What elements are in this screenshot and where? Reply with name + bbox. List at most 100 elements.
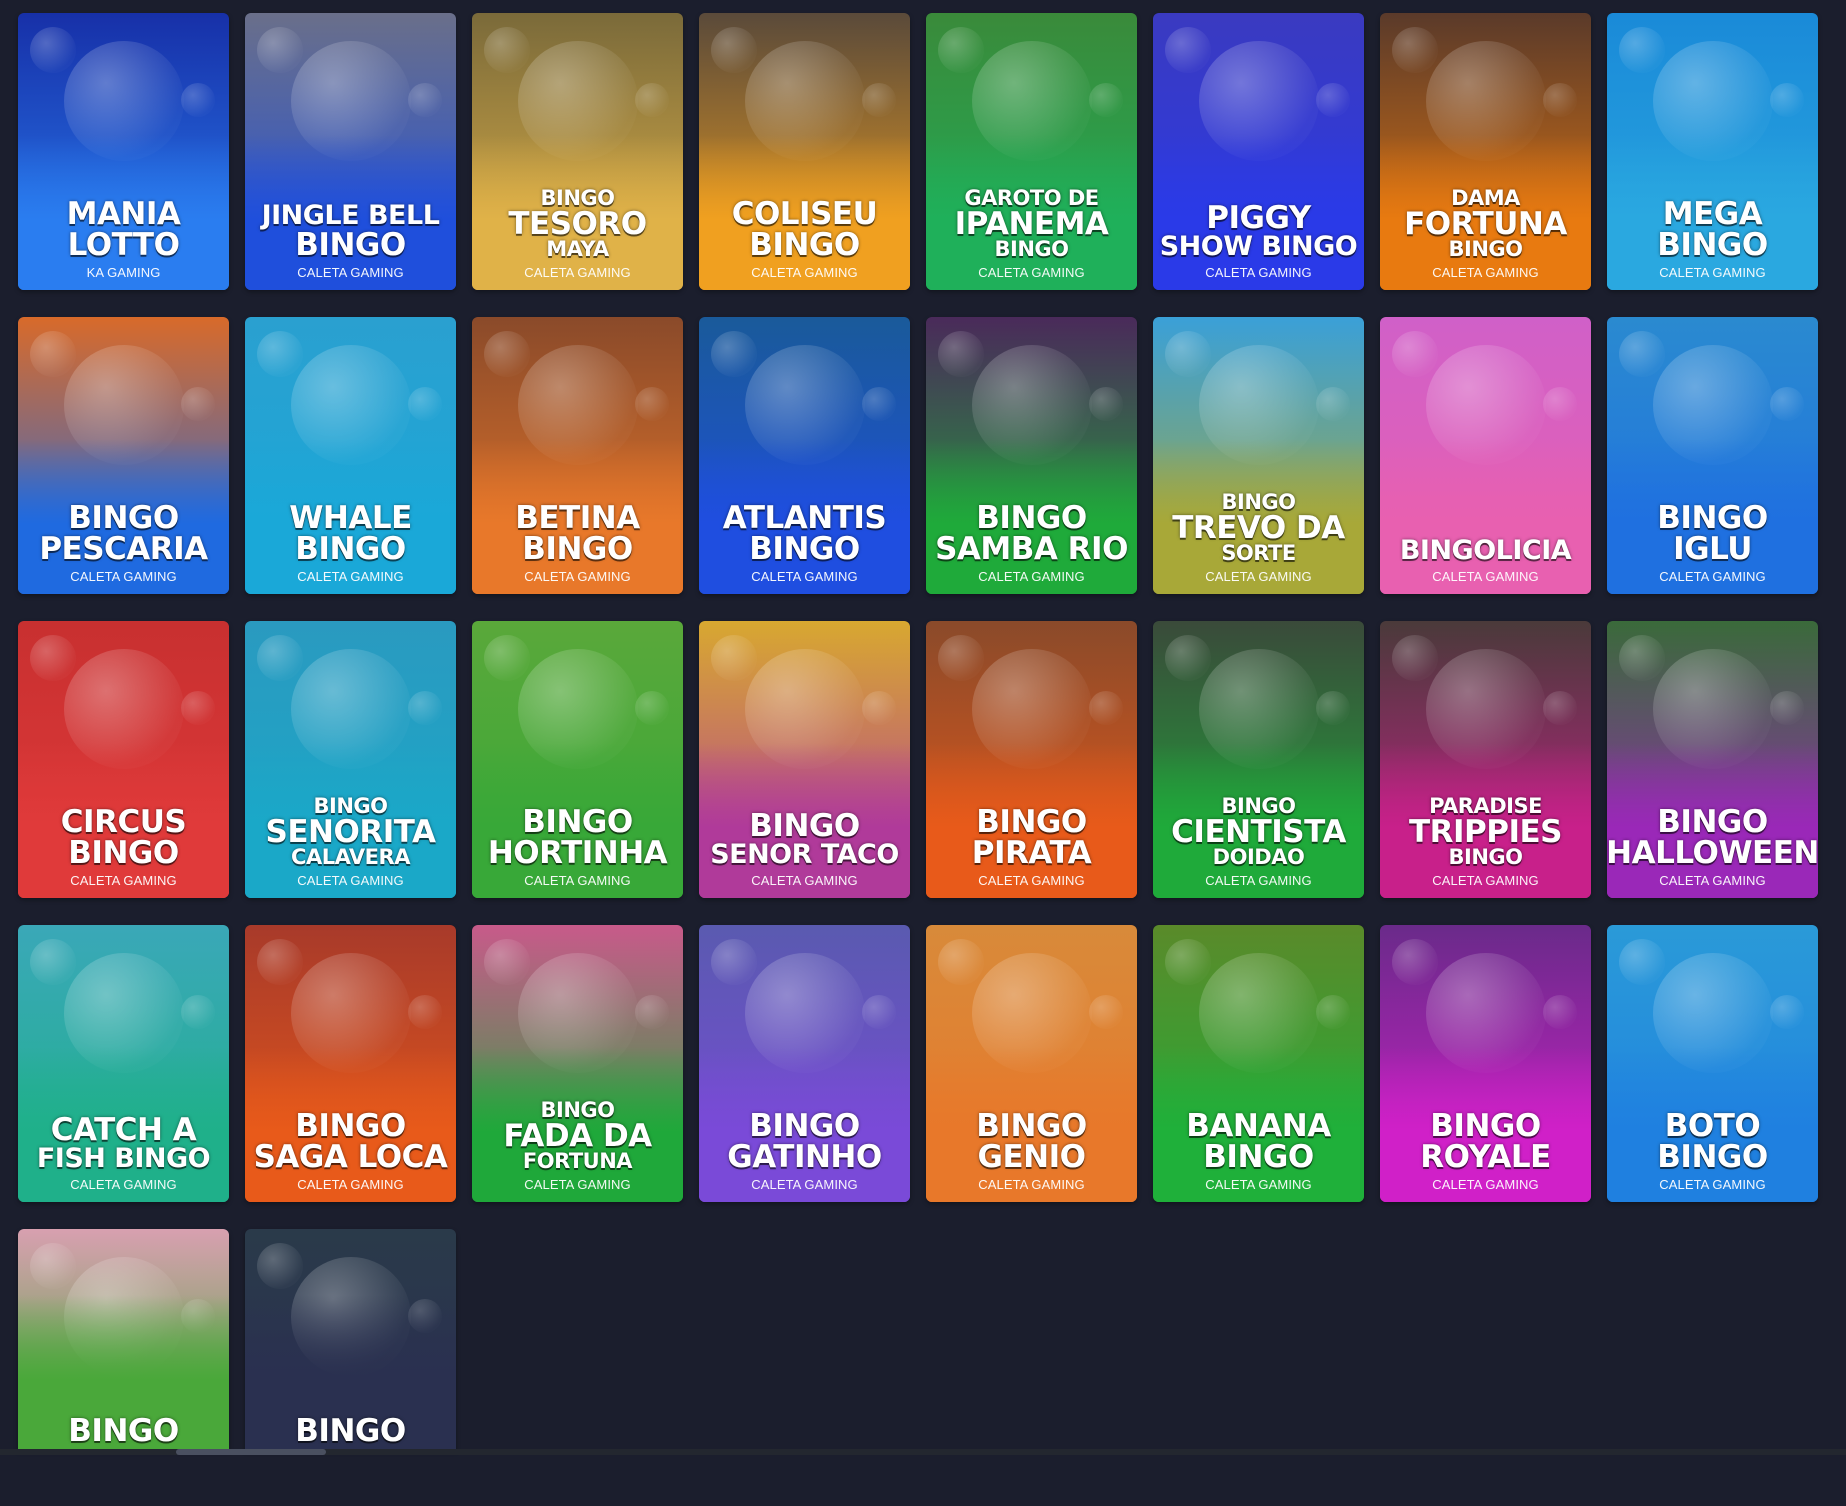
game-title-line: FISH BINGO <box>36 1142 211 1174</box>
game-card[interactable]: BINGO GENIO CALETA GAMING <box>926 925 1137 1202</box>
game-card[interactable]: BOTO BINGO CALETA GAMING <box>1607 925 1818 1202</box>
game-provider: CALETA GAMING <box>1659 873 1766 888</box>
game-card[interactable]: BINGO PIRATA CALETA GAMING <box>926 621 1137 898</box>
game-card[interactable]: BINGO PESCARIA CALETA GAMING <box>18 317 229 594</box>
game-provider: CALETA GAMING <box>297 1177 404 1192</box>
game-provider: CALETA GAMING <box>751 873 858 888</box>
game-title: BINGO SENOR TACO <box>705 808 904 868</box>
game-provider: CALETA GAMING <box>978 569 1085 584</box>
game-title-line: ATLANTIS <box>722 500 887 537</box>
game-card[interactable]: PARADISE TRIPPIES BINGO CALETA GAMING <box>1380 621 1591 898</box>
game-title-line: CIENTISTA <box>1171 814 1346 851</box>
game-card[interactable]: CATCH A FISH BINGO CALETA GAMING <box>18 925 229 1202</box>
game-provider: CALETA GAMING <box>978 265 1085 280</box>
game-title: BINGO HALLOWEEN <box>1607 807 1818 869</box>
game-title: BINGO SENORITA CALAVERA <box>251 796 450 868</box>
game-title-line: GATINHO <box>727 1138 882 1175</box>
game-card[interactable]: BANANA BINGO CALETA GAMING <box>1153 925 1364 1202</box>
game-title-line: BINGO <box>994 237 1069 262</box>
game-card[interactable]: BINGO TESORO MAYA CALETA GAMING <box>472 13 683 290</box>
game-title-line: PESCARIA <box>39 530 208 567</box>
game-provider: CALETA GAMING <box>1205 873 1312 888</box>
game-title-line: HORTINHA <box>487 834 668 871</box>
game-title-line: BINGO <box>976 500 1087 537</box>
horizontal-scrollbar[interactable] <box>0 1449 1846 1455</box>
game-card[interactable]: GAROTO DE IPANEMA BINGO CALETA GAMING <box>926 13 1137 290</box>
game-title-line: BINGO <box>1657 226 1768 263</box>
game-provider: CALETA GAMING <box>1432 265 1539 280</box>
game-card[interactable]: BINGO IGLU CALETA GAMING <box>1607 317 1818 594</box>
game-card[interactable]: BINGO FADA DA FORTUNA CALETA GAMING <box>472 925 683 1202</box>
game-card[interactable]: BINGO ROYALE CALETA GAMING <box>1380 925 1591 1202</box>
game-title: GAROTO DE IPANEMA BINGO <box>932 188 1131 260</box>
scrollbar-thumb[interactable] <box>176 1449 326 1455</box>
game-card[interactable]: BINGO SAGA LOCA CALETA GAMING <box>245 925 456 1202</box>
game-card[interactable]: MEGA BINGO CALETA GAMING <box>1607 13 1818 290</box>
game-title-line: CIRCUS <box>60 804 187 841</box>
game-card[interactable]: BINGO SAMBA RIO CALETA GAMING <box>926 317 1137 594</box>
game-provider: CALETA GAMING <box>1205 265 1312 280</box>
game-title: BINGO <box>251 1415 450 1446</box>
game-card[interactable]: DAMA FORTUNA BINGO CALETA GAMING <box>1380 13 1591 290</box>
game-provider: CALETA GAMING <box>751 1177 858 1192</box>
game-title-line: FORTUNA <box>1404 206 1567 243</box>
game-title: WHALE BINGO <box>251 500 450 565</box>
game-title-line: IPANEMA <box>954 206 1109 243</box>
game-provider: CALETA GAMING <box>1659 1177 1766 1192</box>
game-title: BINGO PIRATA <box>932 807 1131 869</box>
game-card[interactable]: BETINA BINGO CALETA GAMING <box>472 317 683 594</box>
game-provider: CALETA GAMING <box>70 569 177 584</box>
game-card[interactable]: BINGO <box>18 1229 229 1450</box>
game-card[interactable]: BINGO CIENTISTA DOIDAO CALETA GAMING <box>1153 621 1364 898</box>
game-card[interactable]: JINGLE BELL BINGO CALETA GAMING <box>245 13 456 290</box>
game-title-line: CALAVERA <box>291 845 410 870</box>
game-title-line: BOTO <box>1664 1108 1761 1145</box>
game-provider: CALETA GAMING <box>297 569 404 584</box>
game-provider: CALETA GAMING <box>70 873 177 888</box>
game-card[interactable]: COLISEU BINGO CALETA GAMING <box>699 13 910 290</box>
game-title-line: BINGO <box>295 226 406 263</box>
game-title-line: ROYALE <box>1420 1138 1551 1175</box>
game-provider: CALETA GAMING <box>751 265 858 280</box>
game-title-line: BINGO <box>1448 237 1523 262</box>
game-title-line: SENORITA <box>265 814 436 851</box>
game-card[interactable]: PIGGY SHOW BINGO CALETA GAMING <box>1153 13 1364 290</box>
game-card[interactable]: BINGO TREVO DA SORTE CALETA GAMING <box>1153 317 1364 594</box>
game-title-line: TESORO <box>508 206 647 243</box>
game-card[interactable]: MANIA LOTTO KA GAMING <box>18 13 229 290</box>
game-title: BINGO ROYALE <box>1386 1108 1585 1175</box>
game-title-line: SORTE <box>1221 541 1296 566</box>
game-title-line: BINGO <box>522 804 633 841</box>
game-card[interactable]: BINGO SENORITA CALAVERA CALETA GAMING <box>245 621 456 898</box>
game-title-line: JINGLE BELL <box>261 200 440 232</box>
game-title-line: BINGO <box>1430 1108 1541 1145</box>
game-card[interactable]: BINGO GATINHO CALETA GAMING <box>699 925 910 1202</box>
game-title-line: WHALE <box>289 500 412 537</box>
game-title: BINGO TREVO DA SORTE <box>1159 492 1358 564</box>
game-title-line: BINGO <box>68 500 179 537</box>
game-provider: CALETA GAMING <box>524 265 631 280</box>
game-title: BINGOLICIA <box>1386 534 1585 566</box>
game-title-line: BINGOLICIA <box>1399 534 1572 566</box>
game-card[interactable]: ATLANTIS BINGO CALETA GAMING <box>699 317 910 594</box>
game-card[interactable]: BINGOLICIA CALETA GAMING <box>1380 317 1591 594</box>
game-card[interactable]: BINGO <box>245 1229 456 1450</box>
game-title: BINGO SAMBA RIO <box>932 500 1131 567</box>
game-title: MANIA LOTTO <box>24 199 223 261</box>
game-card[interactable]: BINGO HALLOWEEN CALETA GAMING <box>1607 621 1818 898</box>
game-provider: CALETA GAMING <box>1432 569 1539 584</box>
game-provider: CALETA GAMING <box>1659 569 1766 584</box>
game-title-line: IGLU <box>1673 530 1752 567</box>
game-title-line: BINGO <box>295 1108 406 1145</box>
game-card[interactable]: BINGO HORTINHA CALETA GAMING <box>472 621 683 898</box>
game-title-line: FADA DA <box>503 1118 652 1155</box>
game-title-line: SAMBA RIO <box>935 530 1128 567</box>
game-card[interactable]: CIRCUS BINGO CALETA GAMING <box>18 621 229 898</box>
game-provider: CALETA GAMING <box>524 569 631 584</box>
game-title: BINGO SAGA LOCA <box>251 1108 450 1173</box>
game-card[interactable]: WHALE BINGO CALETA GAMING <box>245 317 456 594</box>
game-title: BINGO GATINHO <box>705 1111 904 1175</box>
game-title-line: BINGO <box>1657 1138 1768 1175</box>
game-card[interactable]: BINGO SENOR TACO CALETA GAMING <box>699 621 910 898</box>
game-title-line: BINGO <box>749 808 860 845</box>
